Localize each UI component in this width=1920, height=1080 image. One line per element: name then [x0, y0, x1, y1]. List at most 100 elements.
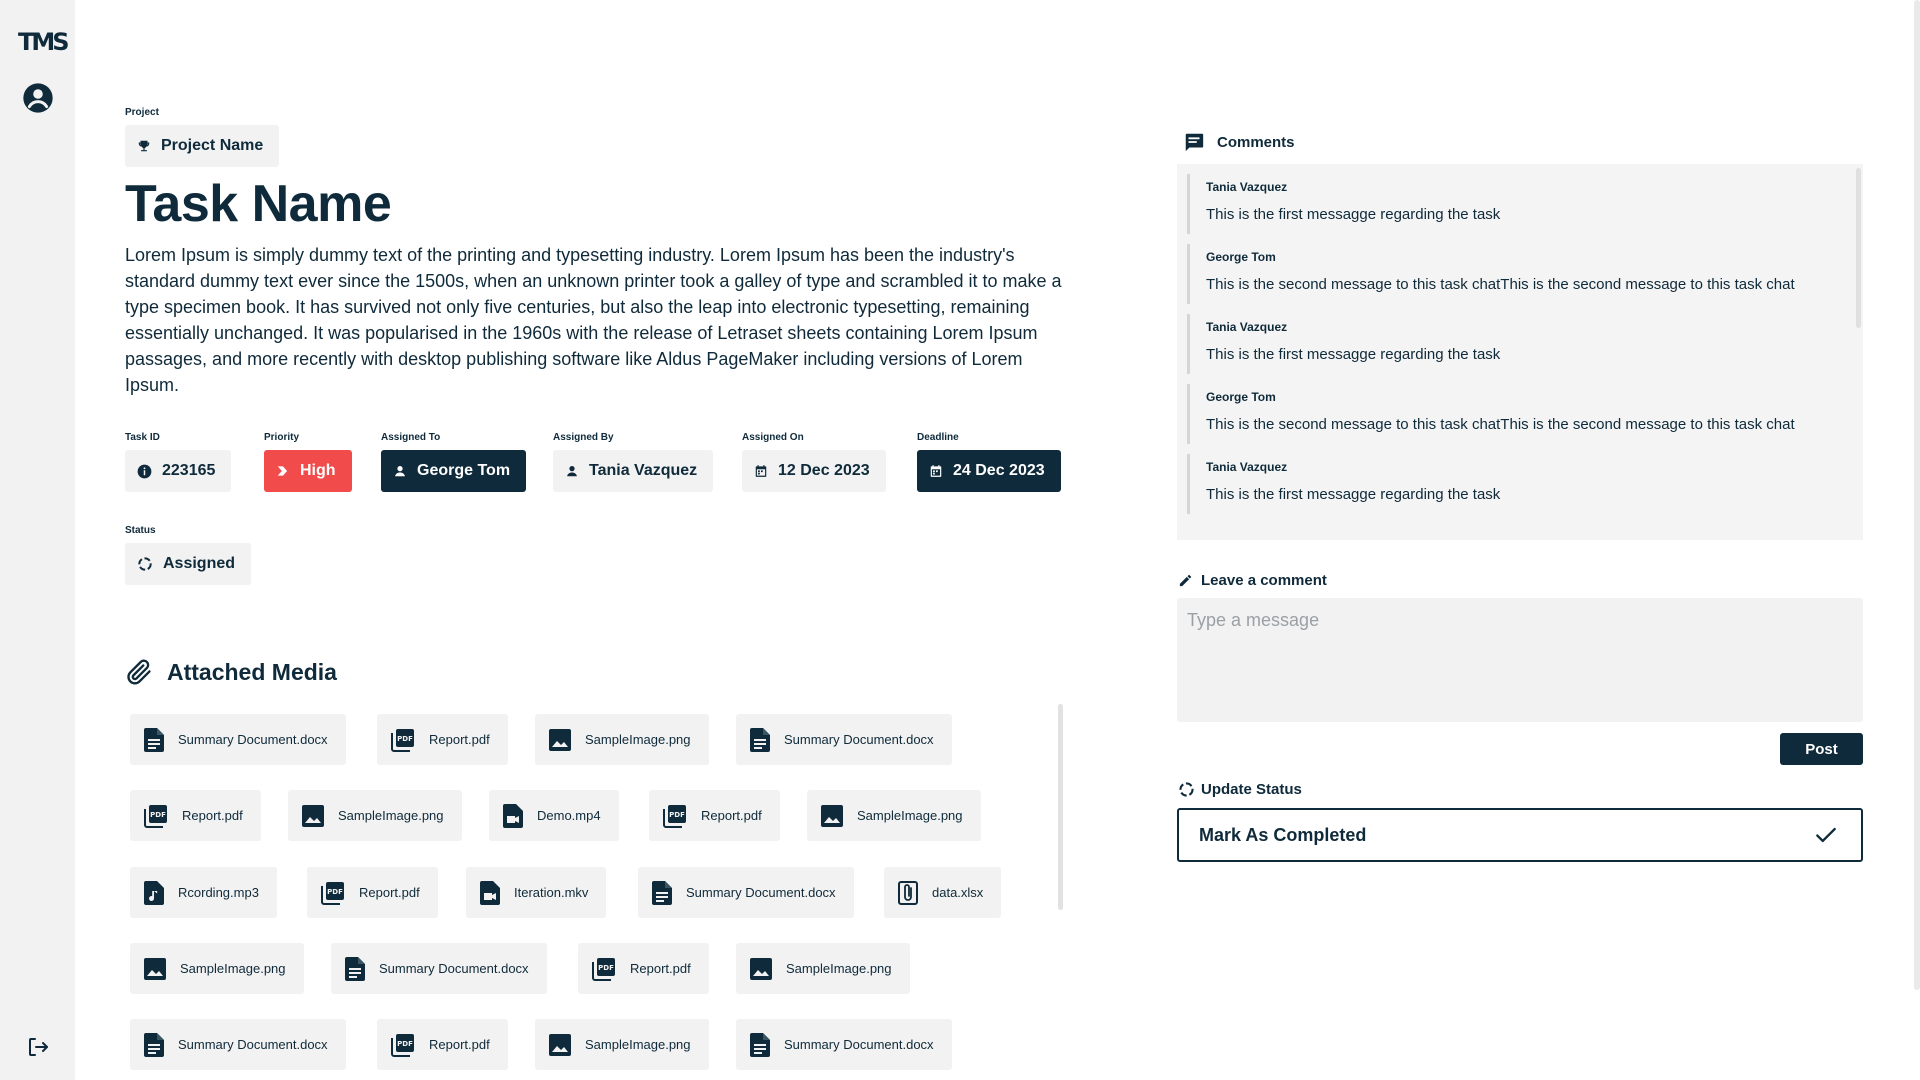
- svg-text:PDF: PDF: [150, 811, 166, 819]
- media-file-item[interactable]: SampleImage.png: [807, 790, 981, 841]
- media-file-item[interactable]: SampleImage.png: [130, 943, 304, 994]
- svg-text:PDF: PDF: [397, 735, 413, 743]
- comment-item: George Tom This is the second message to …: [1187, 244, 1863, 304]
- media-file-item[interactable]: Demo.mp4: [489, 790, 619, 841]
- media-file-item[interactable]: PDF Report.pdf: [649, 790, 780, 841]
- media-file-item[interactable]: PDF Report.pdf: [377, 714, 508, 765]
- pdf-icon: PDF: [321, 881, 345, 905]
- status-label: Status: [125, 525, 156, 536]
- media-scrollbar[interactable]: [1058, 704, 1063, 910]
- media-file-item[interactable]: PDF Report.pdf: [377, 1019, 508, 1070]
- document-icon: [652, 880, 672, 905]
- image-icon: [549, 728, 571, 751]
- comment-item: George Tom This is the second message to …: [1187, 384, 1863, 444]
- media-file-item[interactable]: SampleImage.png: [288, 790, 462, 841]
- svg-text:PDF: PDF: [598, 964, 614, 972]
- media-file-name: Summary Document.docx: [379, 961, 529, 976]
- media-file-item[interactable]: data.xlsx: [884, 867, 1002, 918]
- media-file-item[interactable]: SampleImage.png: [535, 714, 709, 765]
- logout-icon[interactable]: [21, 1030, 55, 1064]
- video-file-icon: [503, 803, 523, 828]
- media-file-name: Report.pdf: [701, 808, 762, 823]
- media-file-item[interactable]: Summary Document.docx: [331, 943, 547, 994]
- comment-author: George Tom: [1206, 390, 1276, 404]
- media-file-name: SampleImage.png: [338, 808, 444, 823]
- comments-list[interactable]: Tania Vazquez This is the first messagge …: [1177, 164, 1863, 540]
- comment-item: Tania Vazquez This is the first messagge …: [1187, 314, 1863, 374]
- media-file-item[interactable]: Summary Document.docx: [736, 1019, 952, 1070]
- mark-as-completed-button[interactable]: Mark As Completed: [1177, 808, 1863, 862]
- comment-text: This is the second message to this task …: [1206, 416, 1795, 433]
- priority-value: High: [300, 462, 336, 479]
- comments-header: Comments: [1183, 131, 1295, 153]
- info-icon: [137, 464, 152, 478]
- comment-text: This is the first messagge regarding the…: [1206, 486, 1501, 503]
- comment-text: This is the second message to this task …: [1206, 276, 1795, 293]
- task-title: Task Name: [125, 175, 392, 233]
- status-value: Assigned: [163, 555, 236, 572]
- pencil-icon: [1179, 574, 1192, 587]
- pdf-icon: PDF: [663, 804, 687, 828]
- media-file-item[interactable]: Summary Document.docx: [130, 714, 346, 765]
- media-file-item[interactable]: SampleImage.png: [736, 943, 910, 994]
- status-circle-icon: [1179, 782, 1194, 797]
- media-file-name: Summary Document.docx: [784, 1037, 934, 1052]
- mark-as-completed-label: Mark As Completed: [1199, 824, 1367, 845]
- media-file-name: Report.pdf: [359, 885, 420, 900]
- image-icon: [750, 957, 772, 980]
- media-file-item[interactable]: Summary Document.docx: [736, 714, 952, 765]
- media-file-item[interactable]: SampleImage.png: [535, 1019, 709, 1070]
- svg-text:PDF: PDF: [397, 1040, 413, 1048]
- media-file-name: Rcording.mp3: [178, 885, 259, 900]
- trophy-icon: [138, 140, 150, 152]
- priority-label: Priority: [264, 432, 300, 443]
- page-scrollbar[interactable]: [1914, 0, 1920, 990]
- video-file-icon: [480, 880, 500, 905]
- person-icon: [567, 466, 577, 477]
- assigned-by-chip[interactable]: Tania Vazquez: [553, 450, 714, 492]
- image-icon: [144, 957, 166, 980]
- user-circle-icon[interactable]: [21, 81, 55, 115]
- assigned-on-value: 12 Dec 2023: [778, 462, 870, 479]
- calendar-icon: [755, 465, 767, 477]
- assigned-by-label: Assigned By: [553, 432, 614, 443]
- media-file-item[interactable]: PDF Report.pdf: [578, 943, 709, 994]
- svg-text:PDF: PDF: [669, 811, 685, 819]
- media-file-item[interactable]: Summary Document.docx: [638, 867, 854, 918]
- assigned-on-label: Assigned On: [742, 432, 804, 443]
- assigned-to-label: Assigned To: [381, 432, 441, 443]
- comment-input[interactable]: [1177, 598, 1863, 722]
- document-icon: [144, 1032, 164, 1057]
- media-file-item[interactable]: PDF Report.pdf: [307, 867, 438, 918]
- post-button[interactable]: Post: [1780, 733, 1863, 765]
- task-id-chip: 223165: [125, 450, 232, 492]
- update-status-title: Update Status: [1201, 781, 1302, 798]
- document-icon: [750, 727, 770, 752]
- status-chip[interactable]: Assigned: [125, 543, 252, 585]
- document-icon: [345, 956, 365, 981]
- media-file-name: Iteration.mkv: [514, 885, 589, 900]
- media-file-item[interactable]: Iteration.mkv: [466, 867, 607, 918]
- task-id-value: 223165: [162, 462, 216, 479]
- assigned-to-chip[interactable]: George Tom: [381, 450, 527, 492]
- attached-media-title: Attached Media: [167, 658, 337, 685]
- image-icon: [302, 804, 324, 827]
- calendar-icon: [930, 465, 942, 477]
- comment-text: This is the first messagge regarding the…: [1206, 206, 1501, 223]
- deadline-label: Deadline: [917, 432, 959, 443]
- media-file-item[interactable]: Rcording.mp3: [130, 867, 277, 918]
- double-chevron-icon: [277, 466, 288, 476]
- media-file-item[interactable]: Summary Document.docx: [130, 1019, 346, 1070]
- leave-comment-title: Leave a comment: [1201, 572, 1327, 589]
- project-chip[interactable]: Project Name: [125, 125, 280, 167]
- app-logo[interactable]: TMS: [18, 28, 70, 56]
- project-name: Project Name: [161, 137, 264, 154]
- paperclip-icon: [127, 659, 151, 685]
- media-file-item[interactable]: PDF Report.pdf: [130, 790, 261, 841]
- attachment-icon: [898, 880, 918, 905]
- person-icon: [395, 466, 405, 477]
- media-file-name: Summary Document.docx: [686, 885, 836, 900]
- priority-chip[interactable]: High: [264, 450, 352, 492]
- comment-author: Tania Vazquez: [1206, 180, 1288, 194]
- media-file-name: Demo.mp4: [537, 808, 601, 823]
